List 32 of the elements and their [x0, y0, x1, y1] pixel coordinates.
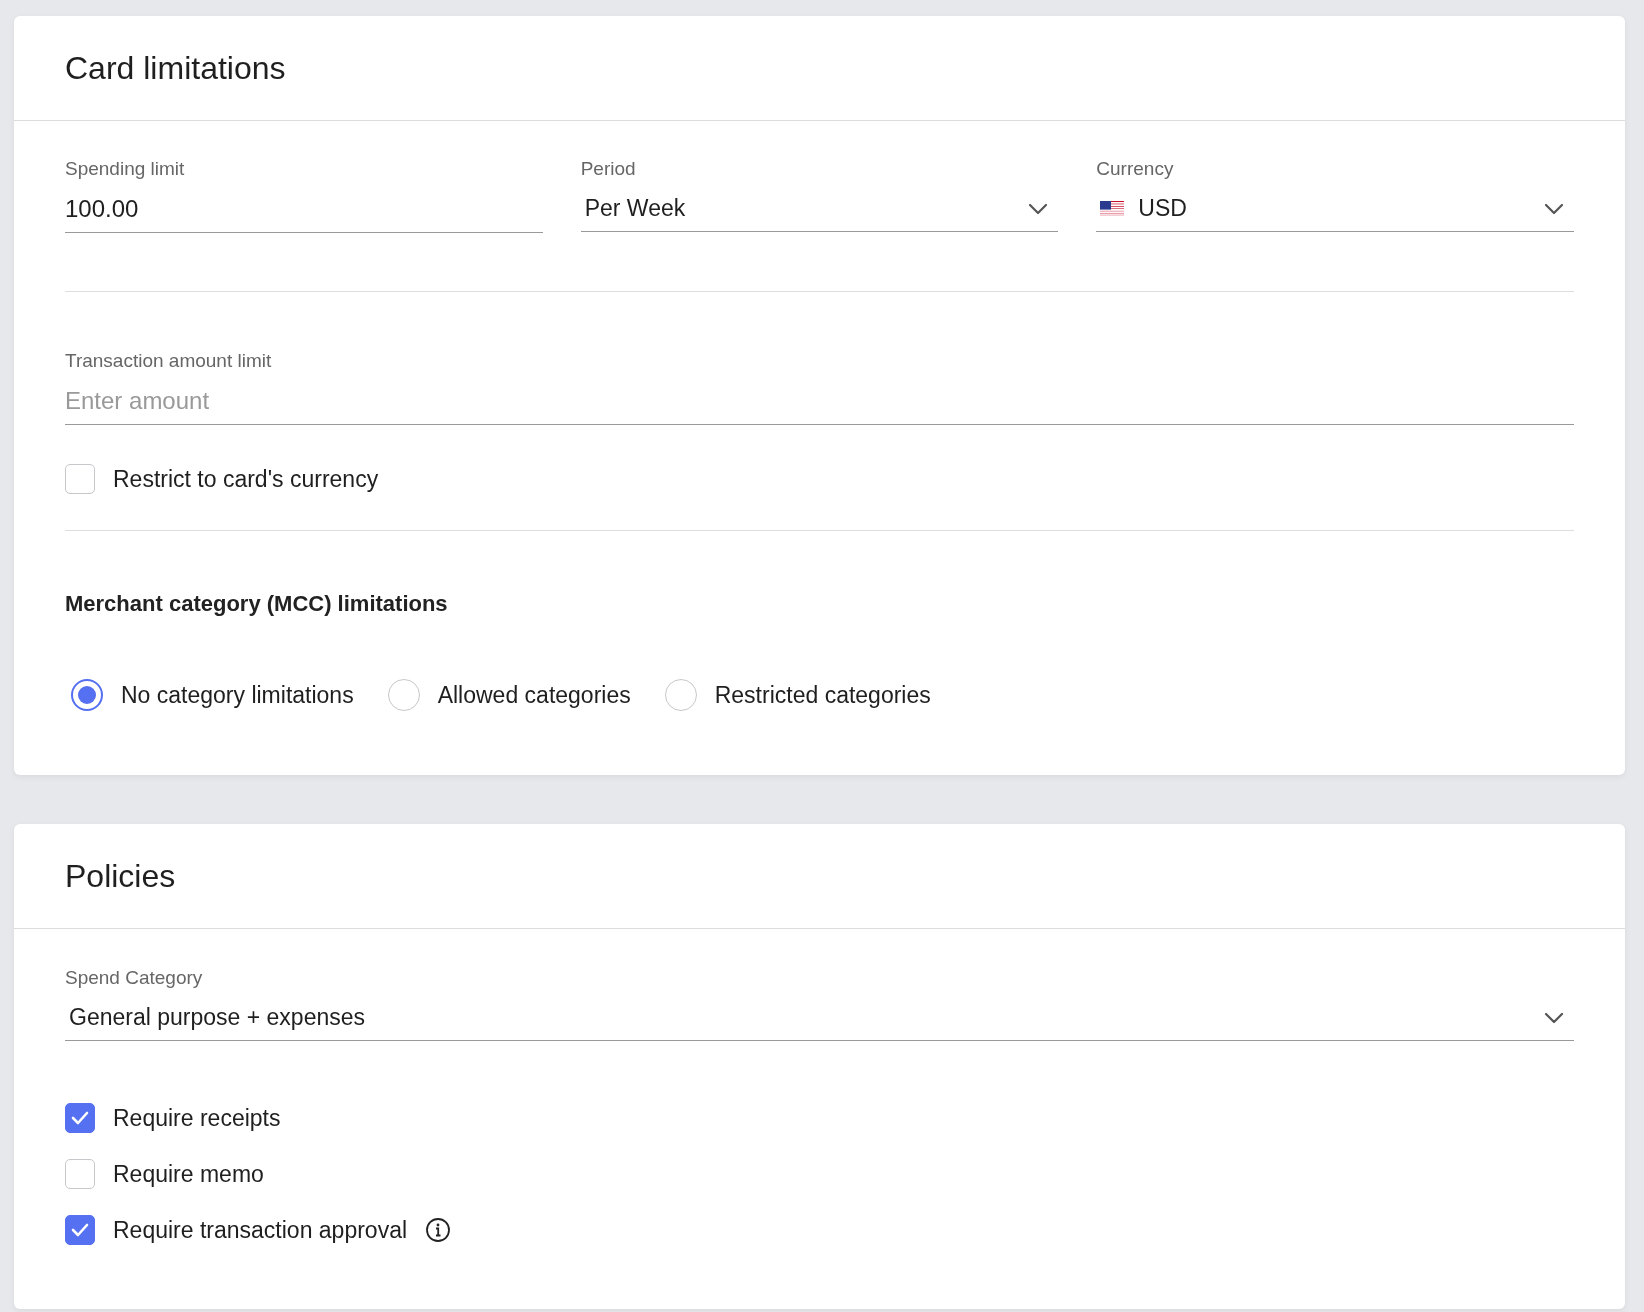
radio-label: Allowed categories	[437, 681, 631, 709]
currency-dropdown[interactable]: USD	[1096, 191, 1574, 232]
field-label: Spend Category	[65, 967, 203, 989]
checkbox[interactable]	[65, 1215, 95, 1245]
info-icon[interactable]	[425, 1217, 452, 1243]
checkbox[interactable]	[65, 464, 95, 494]
radio-label: No category limitations	[121, 681, 354, 709]
spending-limit-field[interactable]: 100.00	[65, 191, 543, 233]
section-title: Policies	[65, 857, 176, 895]
flag-icon	[1100, 200, 1125, 217]
chevron-down-icon	[1544, 1011, 1564, 1024]
section-heading: Merchant category (MCC) limitations	[65, 591, 449, 617]
checkmark-icon	[70, 1222, 90, 1238]
period-dropdown[interactable]: Per Week	[580, 191, 1059, 232]
chevron-down-icon	[1544, 202, 1564, 215]
field-label: Spending limit	[65, 158, 185, 180]
checkbox-label: Require memo	[113, 1160, 264, 1188]
section-title: Card limitations	[65, 49, 286, 87]
chevron-down-icon	[1028, 202, 1049, 215]
checkbox[interactable]	[65, 1103, 95, 1133]
field-label: Currency	[1096, 158, 1174, 180]
transaction-limit-field[interactable]: Enter amount	[65, 383, 1574, 425]
checkbox-label: Require receipts	[113, 1104, 281, 1132]
checkmark-icon	[70, 1110, 90, 1126]
field-label: Period	[580, 158, 636, 180]
radio-button[interactable]	[71, 679, 103, 711]
checkbox[interactable]	[65, 1159, 95, 1189]
spend-category-dropdown[interactable]: General purpose + expenses	[65, 1000, 1574, 1041]
checkbox-label: Restrict to card's currency	[113, 465, 379, 493]
radio-label: Restricted categories	[714, 681, 931, 709]
field-label: Transaction amount limit	[65, 350, 272, 372]
checkbox-label: Require transaction approval	[113, 1216, 408, 1244]
